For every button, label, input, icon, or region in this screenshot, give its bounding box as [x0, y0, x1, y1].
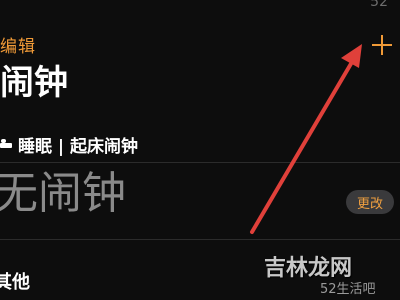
arrow-shaft — [250, 60, 354, 234]
watermark-site: 52生活吧 — [320, 282, 376, 297]
